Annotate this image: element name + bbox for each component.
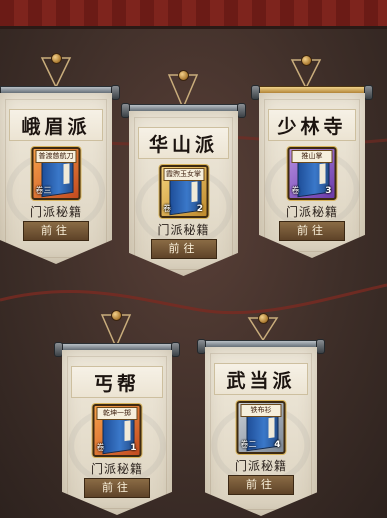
subtitle: 门派秘籍 xyxy=(285,205,338,219)
banner-cloth: 峨眉派 普渡慈航刀 卷三 门派秘籍 前往 xyxy=(0,93,112,264)
subtitle: 门派秘籍 xyxy=(90,462,143,476)
volume-label: 卷三 xyxy=(35,186,52,195)
sect-name: 峨眉派 xyxy=(9,109,103,141)
nail-icon xyxy=(51,53,62,64)
manual-card[interactable]: 铁布衫 卷二 4 xyxy=(236,401,286,454)
goto-button[interactable]: 前往 xyxy=(150,239,217,259)
manual-card[interactable]: 普渡慈航刀 卷三 xyxy=(31,147,81,200)
volume-number: 4 xyxy=(274,440,281,450)
banner-cloth: 少林寺 推山掌 卷 3 门派秘籍 前往 xyxy=(259,93,365,258)
nail-icon xyxy=(301,55,312,66)
subtitle: 门派秘籍 xyxy=(29,205,82,219)
nail-icon xyxy=(111,310,122,321)
banner-cloth: 武当派 铁布衫 卷二 4 门派秘籍 前往 xyxy=(205,347,317,516)
sect-name: 丐帮 xyxy=(71,366,163,398)
sect-banner-shaolin: 少林寺 推山掌 卷 3 门派秘籍 前往 xyxy=(251,85,373,258)
subtitle: 门派秘籍 xyxy=(234,459,287,473)
skill-name: 普渡慈航刀 xyxy=(35,150,77,163)
goto-button[interactable]: 前往 xyxy=(23,221,89,241)
nail-icon xyxy=(258,313,269,324)
volume-label: 卷 xyxy=(96,443,105,452)
subtitle: 门派秘籍 xyxy=(157,223,210,237)
skill-name: 铁布衫 xyxy=(240,404,282,417)
volume-number: 3 xyxy=(325,186,332,196)
skill-name: 推山掌 xyxy=(291,150,333,163)
skill-name: 霞煦玉女掌 xyxy=(163,168,204,181)
goto-button[interactable]: 前往 xyxy=(279,221,345,241)
sect-banner-huashan: 华山派 霞煦玉女掌 卷 2 门派秘籍 前往 xyxy=(121,103,246,276)
goto-button[interactable]: 前往 xyxy=(228,475,294,495)
manual-card[interactable]: 推山掌 卷 3 xyxy=(287,147,337,200)
banner-cloth: 华山派 霞煦玉女掌 卷 2 门派秘籍 前往 xyxy=(129,111,238,276)
volume-label: 卷 xyxy=(163,204,171,213)
volume-number: 1 xyxy=(130,443,137,453)
sect-banner-emei: 峨眉派 普渡慈航刀 卷三 门派秘籍 前往 xyxy=(0,85,120,264)
skill-name: 乾坤一掷 xyxy=(96,407,138,420)
sect-name: 华山派 xyxy=(138,127,229,159)
sect-name: 武当派 xyxy=(214,363,308,395)
sect-banner-wudang: 武当派 铁布衫 卷二 4 门派秘籍 前往 xyxy=(197,339,325,516)
volume-number: 2 xyxy=(196,204,203,214)
manual-card[interactable]: 乾坤一掷 卷 1 xyxy=(92,404,142,457)
volume-label: 卷二 xyxy=(240,440,257,449)
volume-label: 卷 xyxy=(291,186,300,195)
sect-name: 少林寺 xyxy=(268,109,356,141)
banner-cloth: 丐帮 乾坤一掷 卷 1 门派秘籍 前往 xyxy=(62,350,172,515)
sect-manual-scene: 峨眉派 普渡慈航刀 卷三 门派秘籍 前往 华山派 霞煦玉女掌 卷 2 门派秘籍 … xyxy=(0,0,387,518)
sect-banner-gaibang: 丐帮 乾坤一掷 卷 1 门派秘籍 前往 xyxy=(54,342,180,515)
manual-card[interactable]: 霞煦玉女掌 卷 2 xyxy=(159,165,208,218)
nail-icon xyxy=(178,70,189,81)
goto-button[interactable]: 前往 xyxy=(84,478,150,498)
